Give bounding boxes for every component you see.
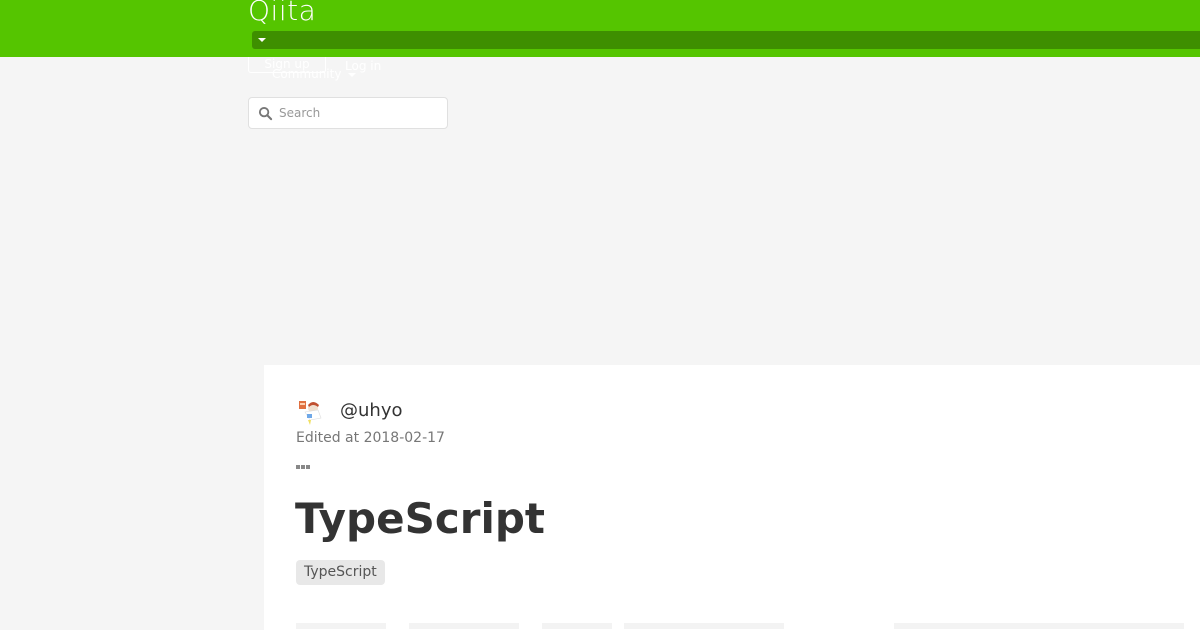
edited-date: Edited at 2018-02-17 [296, 430, 445, 446]
community-menu[interactable]: Community [272, 67, 341, 81]
content-preview-line [409, 623, 519, 629]
header-menu-bar[interactable] [252, 31, 1200, 49]
search-box[interactable] [248, 97, 448, 129]
search-input[interactable] [279, 103, 439, 123]
chevron-down-icon[interactable] [258, 38, 266, 42]
content-preview-line [542, 623, 612, 629]
qiita-logo[interactable]: Qiita [248, 0, 316, 29]
community-chevron-down-icon[interactable] [348, 73, 356, 77]
author-avatar[interactable] [296, 398, 324, 426]
site-header: Qiita [0, 0, 1200, 57]
login-link[interactable]: Log in [345, 59, 381, 73]
more-options-icon[interactable] [296, 454, 312, 469]
content-preview-line [296, 623, 386, 629]
tag-typescript[interactable]: TypeScript [296, 560, 385, 585]
article-card: @uhyo Edited at 2018-02-17 TypeScript Ty… [264, 365, 1200, 630]
content-preview-line [894, 623, 1184, 629]
author-username[interactable]: @uhyo [340, 399, 402, 423]
search-icon [258, 106, 273, 121]
article-title: TypeScript [295, 494, 545, 543]
content-preview-line [624, 623, 784, 629]
